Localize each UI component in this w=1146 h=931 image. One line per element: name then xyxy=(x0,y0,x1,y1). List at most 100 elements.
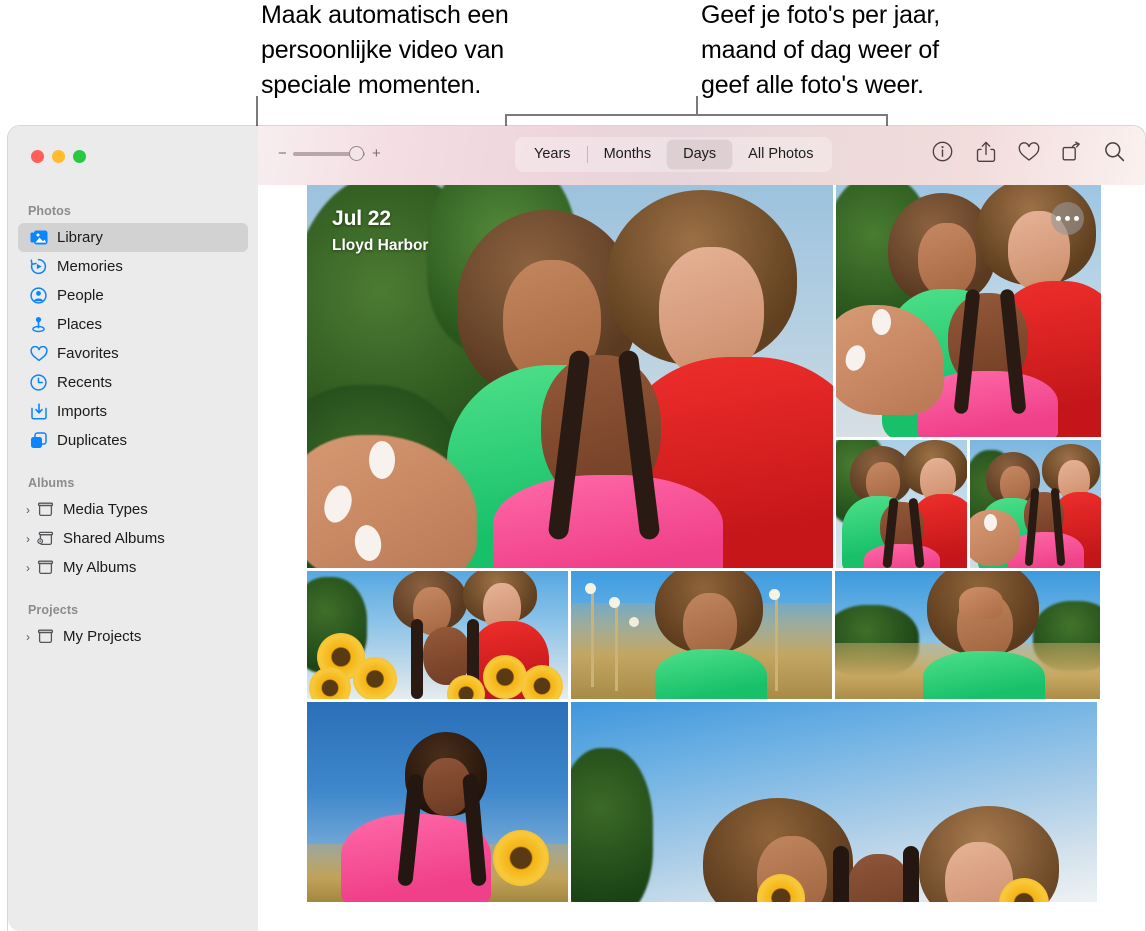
photo-image-p6 xyxy=(571,571,832,699)
more-options-button[interactable] xyxy=(1051,202,1084,235)
places-pin-icon xyxy=(29,315,48,334)
callout-right-text: Geef je foto's per jaar, maand of dag we… xyxy=(701,0,1011,103)
toolbar: − + Years Months Days All Photos xyxy=(258,126,1145,185)
zoom-slider[interactable]: − + xyxy=(278,146,380,161)
dot xyxy=(1074,216,1079,221)
sidebar-section-header-projects: Projects xyxy=(8,597,258,622)
sidebar-item-label: Media Types xyxy=(63,501,148,518)
sidebar-item-places[interactable]: Places xyxy=(18,310,248,339)
sidebar-item-imports[interactable]: Imports xyxy=(18,397,248,426)
sidebar-item-my-albums[interactable]: › My Albums xyxy=(18,553,248,582)
sidebar-item-memories[interactable]: Memories xyxy=(18,252,248,281)
sidebar-item-media-types[interactable]: › Media Types xyxy=(18,495,248,524)
chevron-right-icon[interactable]: › xyxy=(21,630,35,644)
sidebar-item-my-projects[interactable]: › My Projects xyxy=(18,622,248,651)
album-box-icon xyxy=(35,627,55,646)
minimize-window-button[interactable] xyxy=(52,150,65,163)
photo-row: Jul 22 Lloyd Harbor xyxy=(307,185,1101,568)
sidebar-section-header-albums: Albums xyxy=(8,470,258,495)
window-controls xyxy=(31,150,86,163)
photo-thumbnail[interactable] xyxy=(970,440,1101,568)
photo-thumbnail[interactable] xyxy=(307,702,568,902)
sidebar-item-label: Library xyxy=(57,228,103,247)
sidebar-item-label: People xyxy=(57,286,104,305)
sidebar-item-label: Places xyxy=(57,315,102,334)
photo-grid-area[interactable]: Jul 22 Lloyd Harbor xyxy=(258,185,1145,931)
photo-thumbnail[interactable]: Jul 22 Lloyd Harbor xyxy=(307,185,833,568)
overlay-date-label: Jul 22 xyxy=(332,207,428,231)
sidebar-item-label: My Albums xyxy=(63,559,136,576)
zoom-slider-track[interactable] xyxy=(293,152,365,156)
photo-image-p8 xyxy=(307,702,568,902)
photo-library-icon xyxy=(29,228,48,247)
photos-app-window: Photos Library xyxy=(8,126,1145,931)
zoom-out-label[interactable]: − xyxy=(278,146,286,161)
sidebar-item-shared-albums[interactable]: › Shared Albums xyxy=(18,524,248,553)
sidebar-item-label: Memories xyxy=(57,257,123,276)
photo-image-p5 xyxy=(307,571,568,699)
chevron-right-icon[interactable]: › xyxy=(21,532,35,546)
clock-icon xyxy=(29,373,48,392)
sidebar-item-people[interactable]: People xyxy=(18,281,248,310)
album-box-icon xyxy=(35,500,55,519)
photo-grid: Jul 22 Lloyd Harbor xyxy=(307,185,1101,905)
maximize-window-button[interactable] xyxy=(73,150,86,163)
callout-left-text: Maak automatisch een persoonlijke video … xyxy=(261,0,561,103)
photo-image-p7 xyxy=(835,571,1100,699)
sidebar-item-label: My Projects xyxy=(63,628,141,645)
sidebar-item-label: Imports xyxy=(57,402,107,421)
sidebar-item-duplicates[interactable]: Duplicates xyxy=(18,426,248,455)
photo-thumbnail[interactable] xyxy=(836,185,1101,437)
photo-thumbnail[interactable] xyxy=(571,702,1097,902)
sidebar-item-favorites[interactable]: Favorites xyxy=(18,339,248,368)
memories-icon xyxy=(29,257,48,276)
heart-icon xyxy=(29,344,48,363)
chevron-right-icon[interactable]: › xyxy=(21,561,35,575)
callout-right-bracket-top xyxy=(505,114,888,116)
search-icon[interactable] xyxy=(1102,139,1127,164)
photo-row xyxy=(307,571,1101,699)
sidebar-item-library[interactable]: Library xyxy=(18,223,248,252)
people-icon xyxy=(29,286,48,305)
sidebar-item-label: Shared Albums xyxy=(63,530,165,547)
sidebar-item-recents[interactable]: Recents xyxy=(18,368,248,397)
sidebar-spacer xyxy=(8,455,258,470)
dot xyxy=(1065,216,1070,221)
view-mode-days[interactable]: Days xyxy=(667,140,732,169)
view-mode-all-photos[interactable]: All Photos xyxy=(732,140,829,169)
zoom-in-label[interactable]: + xyxy=(372,146,380,161)
sidebar-section-header-photos: Photos xyxy=(8,198,258,223)
duplicates-icon xyxy=(29,431,48,450)
sidebar-item-label: Favorites xyxy=(57,344,119,363)
shared-album-box-icon xyxy=(35,529,55,548)
sidebar-scroll-area: Photos Library xyxy=(8,198,258,651)
import-icon xyxy=(29,402,48,421)
view-mode-years[interactable]: Years xyxy=(518,140,587,169)
photo-thumbnail[interactable] xyxy=(571,571,832,699)
sidebar-item-label: Duplicates xyxy=(57,431,127,450)
photo-image-p9 xyxy=(571,702,1097,902)
toolbar-actions xyxy=(930,139,1127,164)
view-mode-months[interactable]: Months xyxy=(588,140,668,169)
photo-thumbnail[interactable] xyxy=(836,440,967,568)
date-overlay: Jul 22 Lloyd Harbor xyxy=(332,207,428,255)
photo-image-p4 xyxy=(970,440,1101,568)
photo-thumbnail[interactable] xyxy=(835,571,1100,699)
share-icon[interactable] xyxy=(973,139,998,164)
heart-icon[interactable] xyxy=(1016,139,1041,164)
dot xyxy=(1056,216,1061,221)
photo-row xyxy=(836,440,1101,568)
chevron-right-icon[interactable]: › xyxy=(21,503,35,517)
view-mode-segmented-control[interactable]: Years Months Days All Photos xyxy=(515,137,832,172)
photo-row xyxy=(307,702,1101,902)
photo-stack xyxy=(836,185,1101,568)
rotate-icon[interactable] xyxy=(1059,139,1084,164)
photo-thumbnail[interactable] xyxy=(307,571,568,699)
info-icon[interactable] xyxy=(930,139,955,164)
zoom-slider-knob[interactable] xyxy=(349,146,364,161)
callout-right-leader-line xyxy=(696,96,698,115)
close-window-button[interactable] xyxy=(31,150,44,163)
sidebar-spacer xyxy=(8,582,258,597)
sidebar: Photos Library xyxy=(8,126,259,931)
sidebar-item-label: Recents xyxy=(57,373,112,392)
